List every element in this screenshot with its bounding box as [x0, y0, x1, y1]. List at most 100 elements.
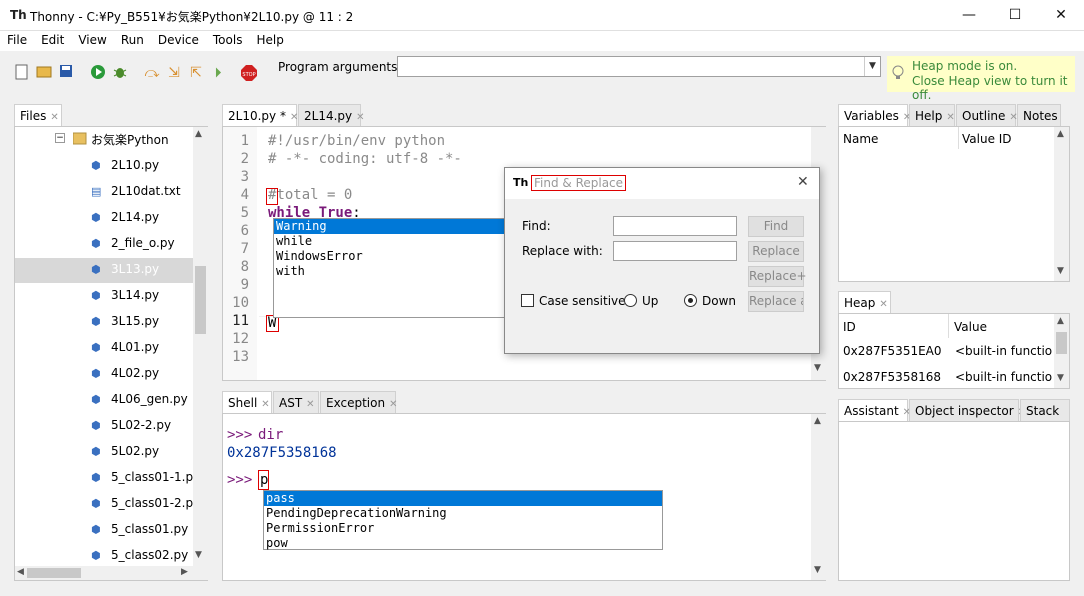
replace-all-button[interactable]: Replace a — [748, 291, 804, 312]
minimize-button[interactable]: — — [946, 0, 992, 31]
scroll-left-icon[interactable]: ◀ — [17, 567, 24, 577]
tab-2l10[interactable]: 2L10.py * ✕ — [222, 104, 298, 127]
code-line-2[interactable]: # -*- coding: utf-8 -*- — [268, 151, 462, 167]
tab-shell[interactable]: Shell ✕ — [222, 391, 272, 414]
heap-value-header[interactable]: Value — [954, 320, 987, 334]
close-tab-icon[interactable]: ✕ — [50, 112, 58, 123]
find-button[interactable]: Find — [748, 216, 804, 237]
variables-scrollbar[interactable]: ▲ ▼ — [1054, 127, 1069, 281]
file-item[interactable]: ⬢ 4L01.py — [91, 334, 159, 360]
maximize-button[interactable]: ☐ — [992, 0, 1038, 31]
scroll-down-icon[interactable]: ▼ — [814, 363, 821, 373]
autocomplete-item[interactable]: PermissionError — [264, 521, 662, 536]
program-arguments-input[interactable]: ▼ — [397, 56, 881, 77]
close-tab-icon[interactable]: ✕ — [389, 399, 397, 410]
step-over-icon[interactable]: ⤼ — [143, 64, 161, 82]
variables-name-header[interactable]: Name — [843, 132, 878, 146]
close-tab-icon[interactable]: ✕ — [306, 399, 314, 410]
menu-edit[interactable]: Edit — [34, 31, 71, 47]
menu-file[interactable]: File — [0, 31, 34, 47]
variables-value-header[interactable]: Value ID — [962, 132, 1012, 146]
scroll-up-icon[interactable]: ▲ — [195, 129, 202, 139]
code-line-4[interactable]: #total = 0 — [268, 187, 352, 203]
tab-2l14[interactable]: 2L14.py ✕ — [298, 104, 365, 126]
hscroll-thumb[interactable] — [27, 568, 81, 578]
replace-input[interactable] — [613, 241, 737, 261]
tab-outline[interactable]: Outline ✕ — [956, 104, 1018, 126]
save-icon[interactable] — [57, 64, 75, 82]
autocomplete-item[interactable]: while — [274, 234, 523, 249]
tab-heap[interactable]: Heap ✕ — [838, 291, 891, 314]
autocomplete-item[interactable]: Warning — [274, 219, 523, 234]
code-line-1[interactable]: #!/usr/bin/env python — [268, 133, 445, 149]
collapse-icon[interactable]: − — [55, 133, 65, 143]
autocomplete-item[interactable]: pass — [264, 491, 662, 506]
heap-row-id[interactable]: 0x287F5351EA0 — [843, 344, 942, 358]
file-item[interactable]: ⬢ 4L02.py — [91, 360, 159, 386]
up-radio[interactable] — [624, 294, 637, 307]
close-tab-icon[interactable]: ✕ — [261, 399, 269, 410]
file-item[interactable]: ⬢ 3L14.py — [91, 282, 159, 308]
file-item[interactable]: ⬢ 5L02.py — [91, 438, 159, 464]
replace-find-button[interactable]: Replace+ — [748, 266, 807, 287]
files-hscrollbar[interactable]: ◀ ▶ — [15, 566, 193, 580]
close-tab-icon[interactable]: ✕ — [356, 112, 364, 123]
scroll-down-icon[interactable]: ▼ — [1057, 373, 1064, 383]
heap-row-value[interactable]: <built-in function — [955, 370, 1053, 384]
open-folder-icon[interactable] — [35, 64, 53, 82]
scroll-down-icon[interactable]: ▼ — [814, 565, 821, 575]
debug-icon[interactable] — [111, 64, 129, 82]
step-into-icon[interactable]: ⇲ — [165, 64, 183, 82]
file-item[interactable]: ⬢ 3L13.py — [91, 256, 159, 282]
shell-scrollbar[interactable]: ▲ ▼ — [811, 414, 826, 580]
scroll-thumb[interactable] — [195, 266, 206, 334]
stop-icon[interactable]: STOP — [240, 64, 258, 82]
tab-exception[interactable]: Exception ✕ — [320, 391, 397, 413]
heap-scrollbar[interactable]: ▲ ▼ — [1054, 314, 1069, 388]
scroll-down-icon[interactable]: ▼ — [1057, 266, 1064, 276]
menu-run[interactable]: Run — [114, 31, 151, 47]
heap-row-value[interactable]: <built-in function — [955, 344, 1053, 358]
close-tab-icon[interactable]: ✕ — [879, 299, 887, 310]
new-file-icon[interactable] — [13, 64, 31, 82]
autocomplete-item[interactable]: WindowsError — [274, 249, 523, 264]
heap-id-header[interactable]: ID — [843, 320, 856, 334]
autocomplete-item[interactable]: pow — [264, 536, 662, 551]
case-sensitive-checkbox[interactable] — [521, 294, 534, 307]
file-item[interactable]: ⬢ 5_class01-2.py — [91, 490, 200, 516]
file-item[interactable]: ▤ 2L10dat.txt — [91, 178, 181, 204]
menu-tools[interactable]: Tools — [206, 31, 250, 47]
file-item[interactable]: ⬢ 5_class01.py — [91, 516, 188, 542]
file-item[interactable]: ⬢ 4L06_gen.py — [91, 386, 188, 412]
run-icon[interactable] — [89, 64, 107, 82]
file-item[interactable]: ⬢ 3L15.py — [91, 308, 159, 334]
autocomplete-item[interactable]: PendingDeprecationWarning — [264, 506, 662, 521]
down-radio[interactable] — [684, 294, 697, 307]
find-input[interactable] — [613, 216, 737, 236]
scroll-right-icon[interactable]: ▶ — [181, 567, 188, 577]
chevron-down-icon[interactable]: ▼ — [864, 57, 880, 76]
tab-ast[interactable]: AST ✕ — [273, 391, 319, 413]
replace-button[interactable]: Replace — [748, 241, 804, 262]
menu-device[interactable]: Device — [151, 31, 206, 47]
tab-variables[interactable]: Variables ✕ — [838, 104, 911, 127]
file-item[interactable]: ⬢ 5_class01-1.py — [91, 464, 200, 490]
file-item[interactable]: ⬢ 2L14.py — [91, 204, 159, 230]
step-out-icon[interactable]: ⇱ — [187, 64, 205, 82]
folder-label[interactable]: お気楽Python — [91, 131, 169, 148]
scroll-down-icon[interactable]: ▼ — [195, 550, 202, 560]
close-button[interactable]: ✕ — [1038, 0, 1084, 31]
file-item[interactable]: ⬢ 2_file_o.py — [91, 230, 175, 256]
tab-assistant[interactable]: Assistant ✕ — [838, 399, 911, 422]
menu-help[interactable]: Help — [249, 31, 290, 47]
scroll-up-icon[interactable]: ▲ — [814, 416, 821, 426]
shell-autocomplete[interactable]: pass PendingDeprecationWarning PermissionE… — [263, 490, 663, 550]
scroll-up-icon[interactable]: ▲ — [1057, 129, 1064, 139]
close-tab-icon[interactable]: ✕ — [946, 112, 954, 123]
scroll-up-icon[interactable]: ▲ — [1057, 316, 1064, 326]
tab-files[interactable]: Files ✕ — [14, 104, 62, 127]
editor-autocomplete[interactable]: Warning while WindowsError with — [273, 218, 523, 318]
heap-row-id[interactable]: 0x287F5358168 — [843, 370, 941, 384]
tab-help[interactable]: Help ✕ — [909, 104, 955, 126]
files-scrollbar[interactable]: ▲ ▼ — [193, 127, 208, 580]
